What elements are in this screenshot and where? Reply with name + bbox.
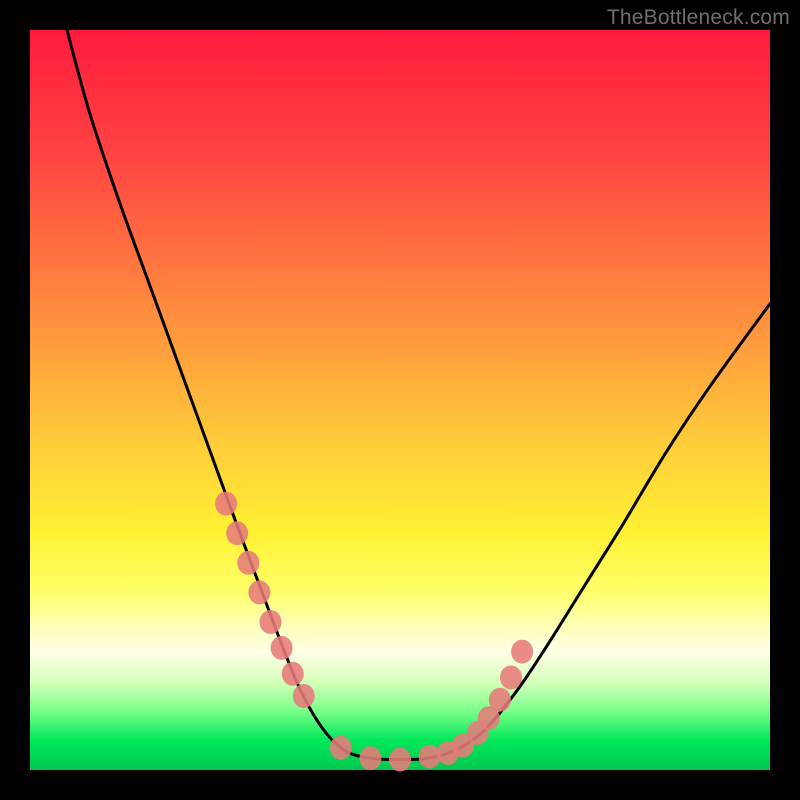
data-marker — [511, 640, 533, 664]
data-marker — [293, 684, 315, 708]
curve-line — [67, 30, 770, 760]
data-marker — [260, 610, 282, 634]
data-marker — [215, 492, 237, 516]
chart-frame: TheBottleneck.com — [0, 0, 800, 800]
data-marker — [271, 636, 293, 660]
data-marker — [489, 688, 511, 712]
data-markers — [215, 492, 533, 772]
watermark-text: TheBottleneck.com — [607, 6, 790, 30]
data-marker — [226, 521, 248, 545]
data-marker — [248, 580, 270, 604]
chart-overlay — [30, 30, 770, 770]
data-marker — [330, 736, 352, 760]
data-marker — [359, 746, 381, 770]
data-marker — [500, 666, 522, 690]
data-marker — [282, 662, 304, 686]
data-marker — [237, 551, 259, 575]
data-marker — [389, 748, 411, 772]
data-marker — [419, 745, 441, 769]
